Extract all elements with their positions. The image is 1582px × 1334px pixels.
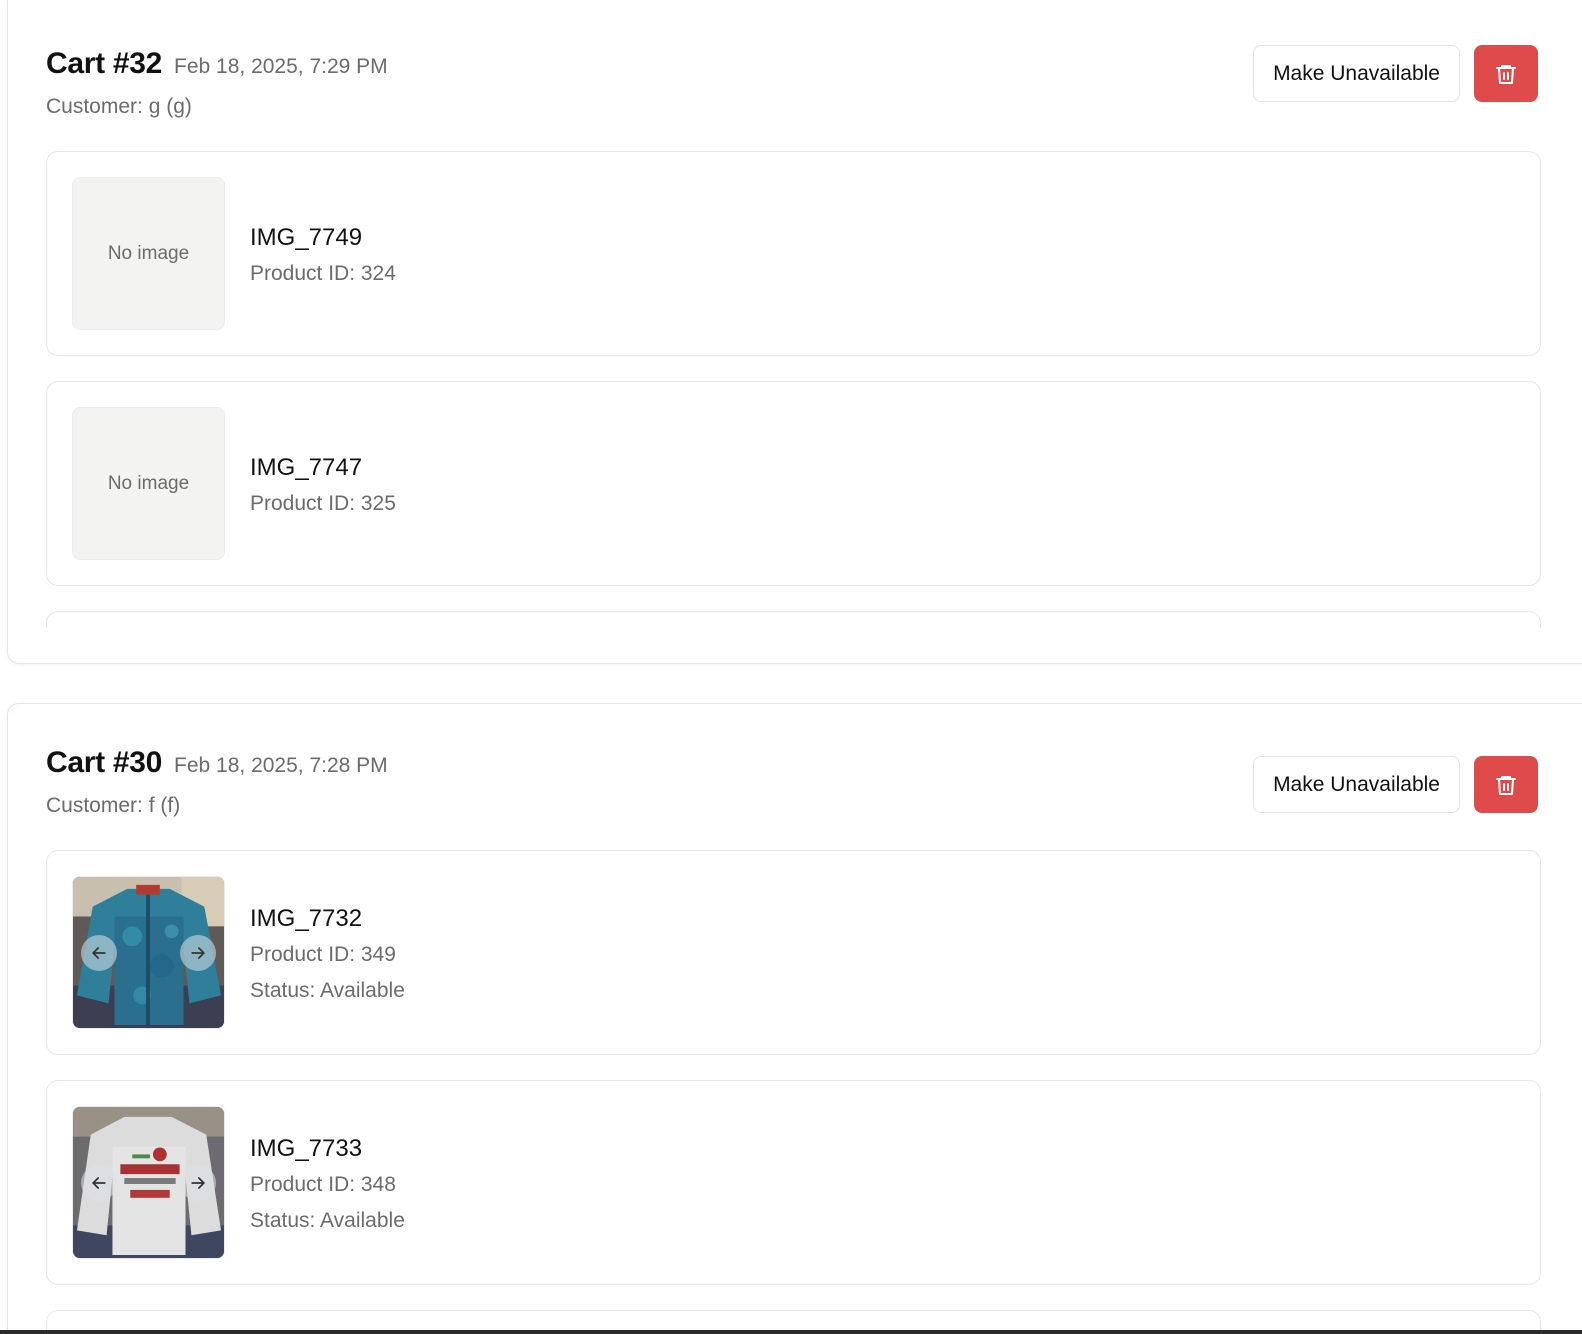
item-product-id: Product ID: 324 [250, 262, 396, 285]
arrow-right-icon [191, 947, 205, 959]
cart-date: Feb 18, 2025, 7:28 PM [174, 754, 388, 777]
window-bottom-edge [0, 1330, 1582, 1334]
trash-icon [1496, 64, 1516, 84]
cart-items: IMG_7732 Product ID: 349 Status: Availab… [46, 850, 1541, 1334]
next-image-button[interactable] [180, 1165, 216, 1201]
trash-icon [1496, 775, 1516, 795]
product-image-placeholder: No image [72, 177, 225, 330]
arrow-left-icon [92, 947, 106, 959]
cart-date: Feb 18, 2025, 7:29 PM [174, 55, 388, 78]
cart-item: IMG_7732 Product ID: 349 Status: Availab… [46, 850, 1541, 1055]
item-name: IMG_7732 [250, 905, 363, 932]
delete-cart-button[interactable] [1474, 756, 1538, 813]
delete-cart-button[interactable] [1474, 45, 1538, 102]
arrow-left-icon [92, 1177, 106, 1189]
cart-header: Cart #32 Feb 18, 2025, 7:29 PM Customer:… [46, 45, 1538, 137]
make-unavailable-button[interactable]: Make Unavailable [1253, 756, 1460, 813]
cart-actions: Make Unavailable [1253, 756, 1538, 813]
cart-title: Cart #32 [46, 47, 163, 80]
cart-actions: Make Unavailable [1253, 45, 1538, 102]
product-image-placeholder: No image [72, 407, 225, 560]
cart-card: Cart #32 Feb 18, 2025, 7:29 PM Customer:… [7, 0, 1582, 664]
item-product-id: Product ID: 349 [250, 943, 396, 966]
cart-item-partial [46, 611, 1541, 628]
arrow-right-icon [191, 1177, 205, 1189]
cart-title: Cart #30 [46, 746, 163, 779]
product-image [72, 1106, 225, 1259]
next-image-button[interactable] [180, 935, 216, 971]
cart-list-page: Cart #32 Feb 18, 2025, 7:29 PM Customer:… [0, 0, 1582, 1334]
item-product-id: Product ID: 348 [250, 1173, 396, 1196]
cart-item: No image IMG_7747 Product ID: 325 [46, 381, 1541, 586]
cart-item: No image IMG_7749 Product ID: 324 [46, 151, 1541, 356]
make-unavailable-button[interactable]: Make Unavailable [1253, 45, 1460, 102]
prev-image-button[interactable] [81, 1165, 117, 1201]
item-name: IMG_7747 [250, 454, 363, 481]
cart-items: No image IMG_7749 Product ID: 324 No ima… [46, 151, 1541, 628]
item-product-id: Product ID: 325 [250, 492, 396, 515]
item-status: Status: Available [250, 979, 405, 1002]
cart-item: IMG_7733 Product ID: 348 Status: Availab… [46, 1080, 1541, 1285]
cart-header: Cart #30 Feb 18, 2025, 7:28 PM Customer:… [46, 746, 1538, 836]
no-image-label: No image [107, 472, 190, 494]
item-status: Status: Available [250, 1209, 405, 1232]
cart-card: Cart #30 Feb 18, 2025, 7:28 PM Customer:… [7, 703, 1582, 1334]
item-name: IMG_7733 [250, 1135, 363, 1162]
item-name: IMG_7749 [250, 224, 363, 251]
product-image [72, 876, 225, 1029]
prev-image-button[interactable] [81, 935, 117, 971]
no-image-label: No image [107, 242, 190, 264]
